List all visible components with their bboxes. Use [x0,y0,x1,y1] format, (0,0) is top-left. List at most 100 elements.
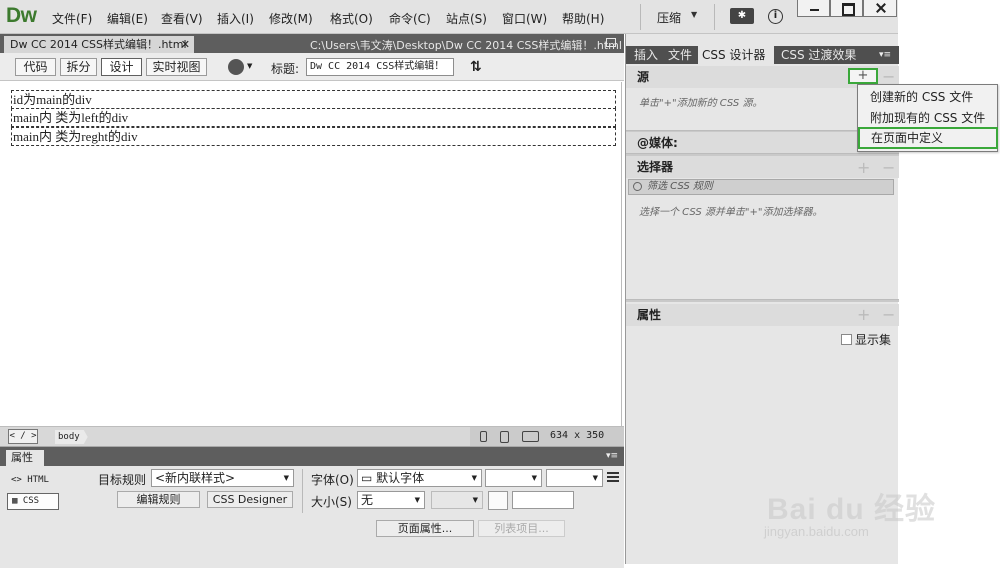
tablet-size-icon[interactable] [500,431,509,443]
status-right: 634 x 350 [470,427,624,447]
chevron-down-icon: ▼ [414,496,420,504]
properties-panel: 属性 ▾≡ <> HTML ▦ CSS 目标规则 <新内联样式> ▼ 编辑规则 … [0,446,624,568]
panel-tab-bar: 插入 文件 CSS 设计器 CSS 过渡效果 ▾≡ [626,46,899,64]
add-source-button[interactable]: + [848,68,878,84]
globe-icon[interactable] [228,59,244,75]
tag-selector-body[interactable]: body [55,430,88,444]
menubar-divider [714,4,715,30]
panel-menu-icon[interactable]: ▾≡ [879,50,891,60]
tab-css-transitions[interactable]: CSS 过渡效果 [777,46,860,64]
menu-format[interactable]: 格式(O) [330,10,373,27]
menu-modify[interactable]: 修改(M) [269,10,313,27]
size-unit-select[interactable]: ▼ [431,491,483,509]
chevron-down-icon[interactable]: ▼ [247,62,252,70]
menu-help[interactable]: 帮助(H) [562,10,604,27]
live-view-button[interactable]: 实时视图 [146,58,207,76]
div-main[interactable]: id为main的div [11,90,616,109]
sync-settings-icon[interactable]: ✱ [730,8,754,24]
workspace-switcher[interactable]: 压缩 [657,9,681,26]
design-view-button[interactable]: 设计 [101,58,142,76]
menu-view[interactable]: 查看(V) [161,10,203,27]
properties-section-label: 属性 [637,308,662,322]
menubar-divider [640,4,641,30]
chevron-down-icon: ▼ [283,474,289,482]
page-properties-button[interactable]: 页面属性... [376,520,474,537]
font-value: 默认字体 [376,471,425,485]
table-icon: ▦ [12,496,23,506]
menu-edit[interactable]: 编辑(E) [107,10,148,27]
list-item-button: 列表项目... [478,520,565,537]
chevron-down-icon[interactable]: ▼ [691,10,697,19]
menu-attach-css-file[interactable]: 附加现有的 CSS 文件 [870,109,985,126]
target-rule-select[interactable]: <新内联样式> ▼ [151,469,294,487]
close-tab-icon[interactable]: ✕ [181,36,190,53]
document-tab[interactable]: Dw CC 2014 CSS样式编辑！.html ✕ [4,36,194,53]
monitor-icon: ▭ [361,471,377,485]
search-icon [633,182,642,191]
phone-size-icon[interactable] [480,431,487,442]
div-left[interactable]: main内 类为left的div [11,108,616,127]
color-input[interactable] [512,491,574,509]
html-mode-button[interactable]: <> HTML [11,475,49,485]
remove-selector-icon: − [882,158,896,177]
font-weight-select[interactable]: ▼ [546,469,603,487]
color-picker[interactable] [488,491,508,510]
document-tab-bar: Dw CC 2014 CSS样式编辑！.html ✕ C:\Users\韦文涛\… [0,34,624,53]
menu-define-in-page[interactable]: 在页面中定义 [858,127,998,149]
add-selector-icon: + [857,158,871,177]
menu-insert[interactable]: 插入(I) [217,10,254,27]
css-designer-button[interactable]: CSS Designer [207,491,293,508]
media-label: @媒体: [637,136,678,150]
file-management-icon[interactable]: ⇅ [470,59,482,75]
code-tag-icon[interactable]: < / > [8,429,38,444]
design-canvas[interactable]: id为main的div main内 类为left的div main内 类为reg… [0,82,622,426]
chevron-down-icon: ▼ [472,496,478,504]
section-divider [626,299,899,302]
menu-commands[interactable]: 命令(C) [389,10,431,27]
split-view-button[interactable]: 拆分 [60,58,97,76]
size-label: 大小(S) [311,495,352,509]
panel-menu-icon[interactable]: ▾≡ [606,451,618,461]
selectors-hint: 选择一个 CSS 源并单击"+"添加选择器。 [639,207,823,218]
watermark-url: jingyan.baidu.com [764,524,869,539]
maximize-button[interactable] [830,0,863,17]
font-select[interactable]: ▭ 默认字体 ▼ [357,469,482,487]
edit-rule-button[interactable]: 编辑规则 [117,491,200,508]
menu-window[interactable]: 窗口(W) [502,10,547,27]
size-value: 无 [361,493,374,507]
document-tab-label: Dw CC 2014 CSS样式编辑！.html [10,38,187,51]
div-reght[interactable]: main内 类为reght的div [11,127,616,146]
filter-placeholder: 筛选 CSS 规则 [647,181,713,192]
tab-css-designer[interactable]: CSS 设计器 [698,46,774,64]
title-label: 标题: [271,62,300,76]
size-select[interactable]: 无 ▼ [357,491,425,509]
document-toolbar: 代码 拆分 设计 实时视图 ▼ 标题: Dw CC 2014 CSS样式编辑！ … [0,53,624,81]
info-icon[interactable]: i [768,9,783,24]
css-mode-label: CSS [22,496,40,506]
show-set-checkbox[interactable] [841,334,852,345]
document-path: C:\Users\韦文涛\Desktop\Dw CC 2014 CSS样式编辑！… [310,39,622,52]
align-icon[interactable] [607,472,619,482]
title-input[interactable]: Dw CC 2014 CSS样式编辑！ [306,58,454,76]
tab-insert[interactable]: 插入 [630,46,662,64]
app-logo: Dw [6,4,37,27]
properties-tab[interactable]: 属性 [6,450,44,466]
desktop-size-icon[interactable] [522,431,539,442]
target-rule-label: 目标规则 [98,473,147,487]
menu-create-css-file[interactable]: 创建新的 CSS 文件 [870,88,973,105]
tab-files[interactable]: 文件 [664,46,696,64]
menu-file[interactable]: 文件(F) [52,10,92,27]
window-size[interactable]: 634 x 350 [550,430,604,441]
menubar: Dw 文件(F) 编辑(E) 查看(V) 插入(I) 修改(M) 格式(O) 命… [0,0,898,34]
sources-label: 源 [637,70,650,84]
css-mode-button[interactable]: ▦ CSS [7,493,59,510]
font-style-select[interactable]: ▼ [485,469,542,487]
menu-site[interactable]: 站点(S) [446,10,487,27]
target-rule-value: <新内联样式> [155,471,236,485]
minimize-button[interactable] [797,0,830,17]
close-window-button[interactable] [863,0,897,17]
restore-icon[interactable] [606,38,616,47]
sources-hint: 单击"+"添加新的 CSS 源。 [639,98,763,109]
filter-css-rules-input[interactable]: 筛选 CSS 规则 [628,179,894,195]
code-view-button[interactable]: 代码 [15,58,56,76]
